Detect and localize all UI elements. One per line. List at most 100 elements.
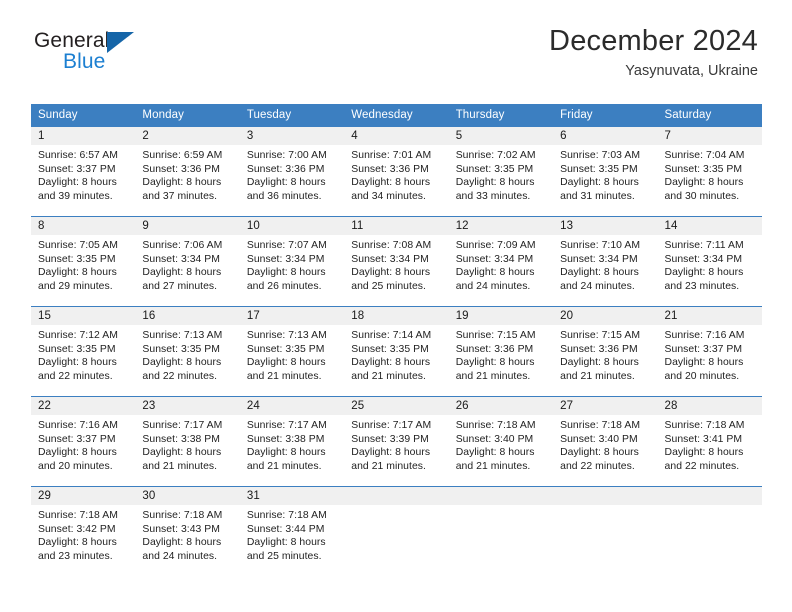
calendar-day-cell[interactable]: 14 Sunrise: 7:11 AM Sunset: 3:34 PM Dayl… (657, 216, 762, 307)
general-blue-logo[interactable]: General Blue (34, 29, 134, 73)
calendar-day-cell[interactable]: 24 Sunrise: 7:17 AM Sunset: 3:38 PM Dayl… (239, 396, 345, 487)
brand-name-general: General (34, 29, 110, 52)
calendar-day-cell[interactable]: 6 Sunrise: 7:03 AM Sunset: 3:35 PM Dayli… (553, 126, 658, 217)
day-number: 20 (553, 307, 658, 325)
daylight-text-line1: Daylight: 8 hours (142, 537, 222, 549)
calendar-day-cell[interactable]: 5 Sunrise: 7:02 AM Sunset: 3:35 PM Dayli… (448, 126, 554, 217)
calendar-day-cell[interactable]: 1 Sunrise: 6:57 AM Sunset: 3:37 PM Dayli… (31, 126, 136, 217)
sunset-text: Sunset: 3:36 PM (560, 343, 638, 355)
calendar-day-cell[interactable]: 11 Sunrise: 7:08 AM Sunset: 3:34 PM Dayl… (344, 216, 449, 307)
day-details: Sunrise: 7:07 AM Sunset: 3:34 PM Dayligh… (240, 235, 344, 293)
calendar-day-cell[interactable]: 10 Sunrise: 7:07 AM Sunset: 3:34 PM Dayl… (239, 216, 345, 307)
weekday-header-wednesday: Wednesday (344, 104, 449, 127)
day-details: Sunrise: 7:06 AM Sunset: 3:34 PM Dayligh… (135, 235, 239, 293)
day-number: 3 (239, 127, 345, 145)
daylight-text-line2: and 29 minutes. (38, 280, 113, 292)
sunset-text: Sunset: 3:35 PM (246, 343, 325, 355)
calendar-day-cell[interactable]: 26 Sunrise: 7:18 AM Sunset: 3:40 PM Dayl… (448, 396, 554, 487)
calendar-day-cell[interactable]: 17 Sunrise: 7:13 AM Sunset: 3:35 PM Dayl… (239, 306, 345, 397)
calendar-day-cell[interactable]: 23 Sunrise: 7:17 AM Sunset: 3:38 PM Dayl… (135, 396, 240, 487)
sunrise-text: Sunrise: 7:18 AM (38, 510, 118, 521)
sunset-text: Sunset: 3:34 PM (142, 253, 220, 265)
calendar-day-cell[interactable]: 20 Sunrise: 7:15 AM Sunset: 3:36 PM Dayl… (553, 306, 658, 397)
sunset-text: Sunset: 3:37 PM (664, 343, 743, 355)
sunrise-text: Sunrise: 7:09 AM (455, 240, 536, 251)
calendar-day-cell[interactable]: 29 Sunrise: 7:18 AM Sunset: 3:42 PM Dayl… (31, 486, 136, 575)
brand-name-blue: Blue (63, 50, 106, 73)
daylight-text-line1: Daylight: 8 hours (246, 177, 326, 189)
sunrise-text: Sunrise: 7:17 AM (246, 420, 327, 431)
day-details: Sunrise: 7:17 AM Sunset: 3:38 PM Dayligh… (135, 415, 239, 473)
day-details: Sunrise: 7:04 AM Sunset: 3:35 PM Dayligh… (658, 145, 762, 203)
calendar-day-cell[interactable]: 28 Sunrise: 7:18 AM Sunset: 3:41 PM Dayl… (657, 396, 762, 487)
day-number: 18 (344, 307, 449, 325)
day-details: Sunrise: 7:16 AM Sunset: 3:37 PM Dayligh… (31, 415, 135, 473)
day-number: 14 (657, 217, 762, 235)
sunset-text: Sunset: 3:37 PM (38, 163, 116, 175)
calendar-day-cell[interactable]: 18 Sunrise: 7:14 AM Sunset: 3:35 PM Dayl… (344, 306, 449, 397)
sunrise-text: Sunrise: 7:15 AM (455, 330, 536, 341)
sunrise-text: Sunrise: 7:00 AM (246, 150, 327, 161)
day-details: Sunrise: 7:18 AM Sunset: 3:40 PM Dayligh… (553, 415, 657, 473)
day-details: Sunrise: 7:10 AM Sunset: 3:34 PM Dayligh… (553, 235, 657, 293)
calendar-day-cell-empty (553, 486, 658, 575)
calendar-day-cell[interactable]: 19 Sunrise: 7:15 AM Sunset: 3:36 PM Dayl… (448, 306, 554, 397)
sunrise-text: Sunrise: 7:07 AM (246, 240, 327, 251)
sunset-text: Sunset: 3:35 PM (38, 253, 116, 265)
daylight-text-line2: and 26 minutes. (246, 280, 322, 292)
calendar-day-cell[interactable]: 30 Sunrise: 7:18 AM Sunset: 3:43 PM Dayl… (135, 486, 240, 575)
weekday-header-tuesday: Tuesday (239, 104, 345, 127)
daylight-text-line1: Daylight: 8 hours (246, 537, 326, 549)
calendar-day-cell-empty (344, 486, 449, 575)
day-number: 29 (31, 487, 136, 505)
sunset-text: Sunset: 3:35 PM (38, 343, 116, 355)
calendar-day-cell[interactable]: 31 Sunrise: 7:18 AM Sunset: 3:44 PM Dayl… (239, 486, 345, 575)
calendar-week-row: 22 Sunrise: 7:16 AM Sunset: 3:37 PM Dayl… (31, 396, 762, 487)
calendar-day-cell-empty (657, 486, 762, 575)
calendar-day-cell[interactable]: 9 Sunrise: 7:06 AM Sunset: 3:34 PM Dayli… (135, 216, 240, 307)
calendar-day-cell[interactable]: 22 Sunrise: 7:16 AM Sunset: 3:37 PM Dayl… (31, 396, 136, 487)
sunset-text: Sunset: 3:38 PM (246, 433, 325, 445)
daylight-text-line1: Daylight: 8 hours (560, 357, 639, 369)
calendar-day-cell[interactable]: 4 Sunrise: 7:01 AM Sunset: 3:36 PM Dayli… (344, 126, 449, 217)
day-details: Sunrise: 7:12 AM Sunset: 3:35 PM Dayligh… (31, 325, 135, 383)
day-number: 8 (31, 217, 136, 235)
calendar-day-cell[interactable]: 2 Sunrise: 6:59 AM Sunset: 3:36 PM Dayli… (135, 126, 240, 217)
sunset-text: Sunset: 3:36 PM (142, 163, 220, 175)
daylight-text-line2: and 21 minutes. (560, 370, 635, 382)
day-number: 26 (448, 397, 554, 415)
day-details: Sunrise: 7:17 AM Sunset: 3:39 PM Dayligh… (344, 415, 448, 473)
weekday-header-monday: Monday (135, 104, 240, 127)
calendar-day-cell[interactable]: 15 Sunrise: 7:12 AM Sunset: 3:35 PM Dayl… (31, 306, 136, 397)
day-details (553, 505, 657, 509)
calendar-day-cell[interactable]: 13 Sunrise: 7:10 AM Sunset: 3:34 PM Dayl… (553, 216, 658, 307)
daylight-text-line1: Daylight: 8 hours (560, 267, 639, 279)
daylight-text-line1: Daylight: 8 hours (351, 447, 431, 459)
calendar-day-cell[interactable]: 27 Sunrise: 7:18 AM Sunset: 3:40 PM Dayl… (553, 396, 658, 487)
calendar-day-cell[interactable]: 21 Sunrise: 7:16 AM Sunset: 3:37 PM Dayl… (657, 306, 762, 397)
day-number: 31 (239, 487, 345, 505)
daylight-text-line2: and 21 minutes. (455, 370, 531, 382)
daylight-text-line2: and 21 minutes. (246, 460, 322, 472)
calendar-day-cell[interactable]: 8 Sunrise: 7:05 AM Sunset: 3:35 PM Dayli… (31, 216, 136, 307)
day-details: Sunrise: 7:18 AM Sunset: 3:42 PM Dayligh… (31, 505, 135, 563)
sunset-text: Sunset: 3:40 PM (455, 433, 534, 445)
calendar-day-cell[interactable]: 16 Sunrise: 7:13 AM Sunset: 3:35 PM Dayl… (135, 306, 240, 397)
triangle-flag-icon (107, 32, 134, 53)
sunset-text: Sunset: 3:35 PM (664, 163, 743, 175)
sunrise-text: Sunrise: 7:17 AM (351, 420, 432, 431)
daylight-text-line2: and 21 minutes. (142, 460, 218, 472)
page-title: December 2024 (549, 25, 758, 57)
calendar-day-cell[interactable]: 25 Sunrise: 7:17 AM Sunset: 3:39 PM Dayl… (344, 396, 449, 487)
calendar-day-cell[interactable]: 7 Sunrise: 7:04 AM Sunset: 3:35 PM Dayli… (657, 126, 762, 217)
day-details: Sunrise: 7:02 AM Sunset: 3:35 PM Dayligh… (449, 145, 553, 203)
calendar-day-cell[interactable]: 12 Sunrise: 7:09 AM Sunset: 3:34 PM Dayl… (448, 216, 554, 307)
day-details: Sunrise: 7:16 AM Sunset: 3:37 PM Dayligh… (658, 325, 762, 383)
calendar-day-cell[interactable]: 3 Sunrise: 7:00 AM Sunset: 3:36 PM Dayli… (239, 126, 345, 217)
sunrise-text: Sunrise: 7:02 AM (455, 150, 536, 161)
day-number: 13 (553, 217, 658, 235)
masthead: General Blue December 2024 Yasynuvata, U… (0, 0, 792, 79)
sunset-text: Sunset: 3:40 PM (560, 433, 638, 445)
calendar-day-cell-empty (448, 486, 554, 575)
daylight-text-line1: Daylight: 8 hours (38, 267, 117, 279)
